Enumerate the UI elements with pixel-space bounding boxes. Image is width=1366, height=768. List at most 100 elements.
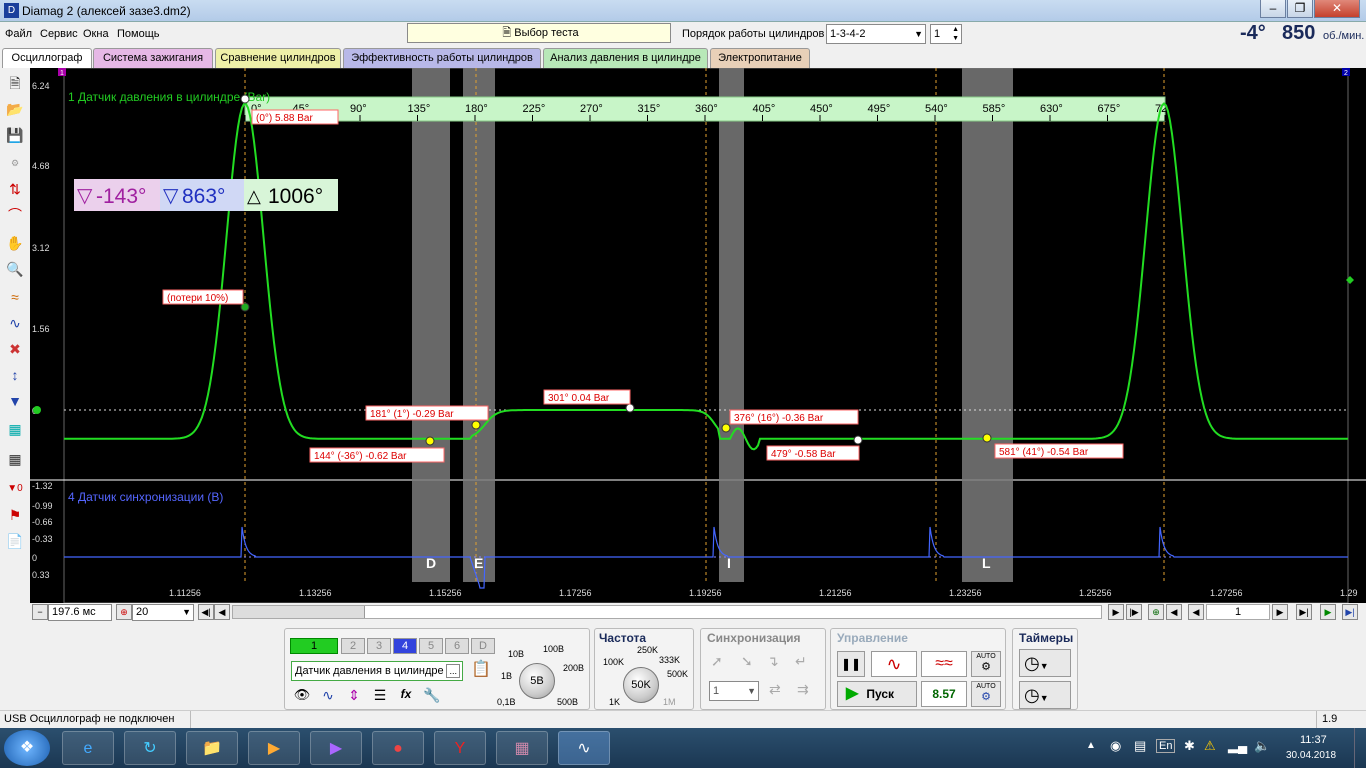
zoom-icon[interactable]: 🔍 (4, 258, 26, 280)
flag-icon[interactable]: ⚑ (4, 504, 26, 526)
vertical-scale-icon[interactable]: ⇕ (343, 687, 365, 707)
page-prev-icon[interactable]: ◀ (1188, 604, 1204, 620)
tab-3[interactable]: Сравнение цилиндров (215, 48, 341, 68)
sine-icon[interactable]: ∿ (4, 312, 26, 334)
vertical-arrows-icon[interactable]: ↕ (4, 364, 26, 386)
hand-icon[interactable]: ✋ (4, 232, 26, 254)
page-last-icon[interactable]: ▶| (1296, 604, 1312, 620)
menu-windows[interactable]: Окна (83, 28, 109, 40)
open-folder-icon[interactable]: 📂 (4, 98, 26, 120)
cyl-order-select[interactable]: 1-3-4-2 ▼ (826, 24, 926, 44)
falling-edge-icon[interactable]: ➘ (741, 653, 753, 670)
tools-icon[interactable]: 🔧 (421, 687, 443, 707)
add-page-icon[interactable]: ⊕ (1148, 604, 1164, 620)
rising-edge-icon[interactable]: ➚ (711, 653, 723, 670)
start-button[interactable]: ▶ Пуск (837, 681, 917, 707)
menu-file[interactable]: Файл (5, 28, 32, 40)
wave-icon[interactable]: ∿ (317, 687, 339, 707)
tray-g-icon[interactable]: ◉ (1110, 738, 1121, 754)
channel-button-3[interactable]: 3 (367, 638, 391, 654)
lines-icon[interactable]: ☰ (369, 687, 391, 707)
eye-icon[interactable]: 👁 (291, 687, 313, 707)
new-file-icon[interactable]: 🗎 (4, 72, 26, 94)
copy-icon[interactable]: 📋 (471, 659, 491, 679)
auto-icon[interactable]: ⚙ (4, 152, 26, 174)
pause-button[interactable]: ❚❚ (837, 651, 865, 677)
marker-up-icon[interactable]: ⇅ (4, 178, 26, 200)
sync-arrows-icon[interactable]: ⇄ (769, 681, 781, 698)
vs-icon[interactable]: ▶ (310, 731, 362, 765)
timer-button-1[interactable]: ◷▼ (1019, 649, 1071, 677)
tab-1[interactable]: Осциллограф (2, 48, 92, 69)
timebase-select[interactable]: 197.6 мс (48, 604, 112, 621)
tray-arrow-icon[interactable]: ▲ (1086, 740, 1096, 751)
bluetooth-icon[interactable]: ✱ (1184, 738, 1195, 754)
save-icon[interactable]: 💾 (4, 124, 26, 146)
tray-lang[interactable]: En (1156, 739, 1176, 753)
channel-button-5[interactable]: 5 (419, 638, 443, 654)
waves-icon[interactable]: ≈ (4, 286, 26, 308)
filter-icon[interactable]: ▼ (4, 390, 26, 412)
diamag-task-icon[interactable]: ∿ (558, 731, 610, 765)
show-desktop-button[interactable] (1354, 728, 1366, 768)
channel-button-6[interactable]: 6 (445, 638, 469, 654)
play-icon[interactable]: ▶ (1320, 604, 1336, 620)
cross-icon[interactable]: ✖ (4, 338, 26, 360)
oscilloscope-area[interactable]: 6.244.683.121.560-1.32-0.99-0.66-0.3300.… (30, 68, 1366, 603)
engine-icon[interactable]: ▦ (4, 418, 26, 440)
page-next-icon[interactable]: ▶ (1272, 604, 1288, 620)
yandex-icon[interactable]: Y (434, 731, 486, 765)
marker-zero-icon[interactable]: ▼0 (4, 478, 26, 500)
cclean-icon[interactable]: ↻ (124, 731, 176, 765)
winrar-icon[interactable]: ▦ (496, 731, 548, 765)
tab-2[interactable]: Система зажигания (93, 48, 213, 68)
play-end-icon[interactable]: ▶| (1342, 604, 1358, 620)
scope-plot[interactable]: 6.244.683.121.560-1.32-0.99-0.66-0.3300.… (30, 68, 1366, 603)
next-icon[interactable]: ▶ (1108, 604, 1124, 620)
prev-icon[interactable]: ◀ (214, 604, 230, 620)
channel-button-4[interactable]: 4 (393, 638, 417, 654)
media-player-icon[interactable]: ▶ (248, 731, 300, 765)
single-mode-button[interactable]: ∿ (871, 651, 917, 677)
channel-button-1[interactable]: 1 (290, 638, 338, 654)
menu-help[interactable]: Помощь (117, 28, 160, 40)
tab-4[interactable]: Эффективность работы цилиндров (343, 48, 541, 68)
auto-button-bottom[interactable]: AUTO ⚙ (971, 681, 1001, 707)
zoom-out-icon[interactable]: − (32, 604, 48, 620)
cyl-num-stepper[interactable]: 1 ▲ ▼ (930, 24, 962, 44)
channel-button-D[interactable]: D (471, 638, 495, 654)
trigger-down-icon[interactable]: ↴ (767, 653, 779, 670)
tab-5[interactable]: Анализ давления в цилиндре (543, 48, 708, 68)
page-input[interactable]: 1 (1206, 604, 1270, 620)
start-orb-icon[interactable]: ❖ (4, 730, 50, 766)
zoom-select[interactable]: 20 ▼ (132, 604, 194, 621)
sync-channel-select[interactable]: 1 ▼ (709, 681, 759, 701)
test-select[interactable]: 🗎 Выбор теста (407, 23, 671, 43)
table-icon[interactable]: ▦ (4, 448, 26, 470)
tray-usb-icon[interactable]: ▤ (1134, 738, 1146, 754)
trigger-up-icon[interactable]: ↵ (795, 653, 807, 670)
function-icon[interactable]: fx (395, 687, 417, 707)
scroll-thumb[interactable] (233, 606, 365, 618)
signal-icon[interactable]: ▂▄ (1228, 738, 1247, 754)
sync-merge-icon[interactable]: ⇉ (797, 681, 809, 698)
zoom-in-icon[interactable]: ⊕ (116, 604, 132, 620)
arc-icon[interactable]: ⌒ (4, 204, 26, 226)
maximize-button[interactable]: ❐ (1287, 0, 1313, 18)
note-icon[interactable]: 📄 (4, 530, 26, 552)
minimize-button[interactable]: – (1260, 0, 1286, 18)
volt-knob[interactable]: 5В (519, 663, 555, 699)
warning-icon[interactable]: ⚠ (1204, 738, 1216, 754)
freq-knob[interactable]: 50K (623, 667, 659, 703)
scroll-track[interactable] (232, 605, 1102, 619)
continuous-mode-button[interactable]: ≈≈ (921, 651, 967, 677)
channel-button-2[interactable]: 2 (341, 638, 365, 654)
first-page-icon[interactable]: ◀| (198, 604, 214, 620)
speaker-icon[interactable]: 🔈 (1254, 738, 1270, 754)
close-button[interactable]: ✕ (1314, 0, 1360, 18)
ie-icon[interactable]: e (62, 731, 114, 765)
page-first-icon[interactable]: ◀ (1166, 604, 1182, 620)
explorer-icon[interactable]: 📁 (186, 731, 238, 765)
sensor-select[interactable]: Датчик давления в цилиндре... (291, 661, 463, 681)
menu-service[interactable]: Сервис (40, 28, 78, 40)
